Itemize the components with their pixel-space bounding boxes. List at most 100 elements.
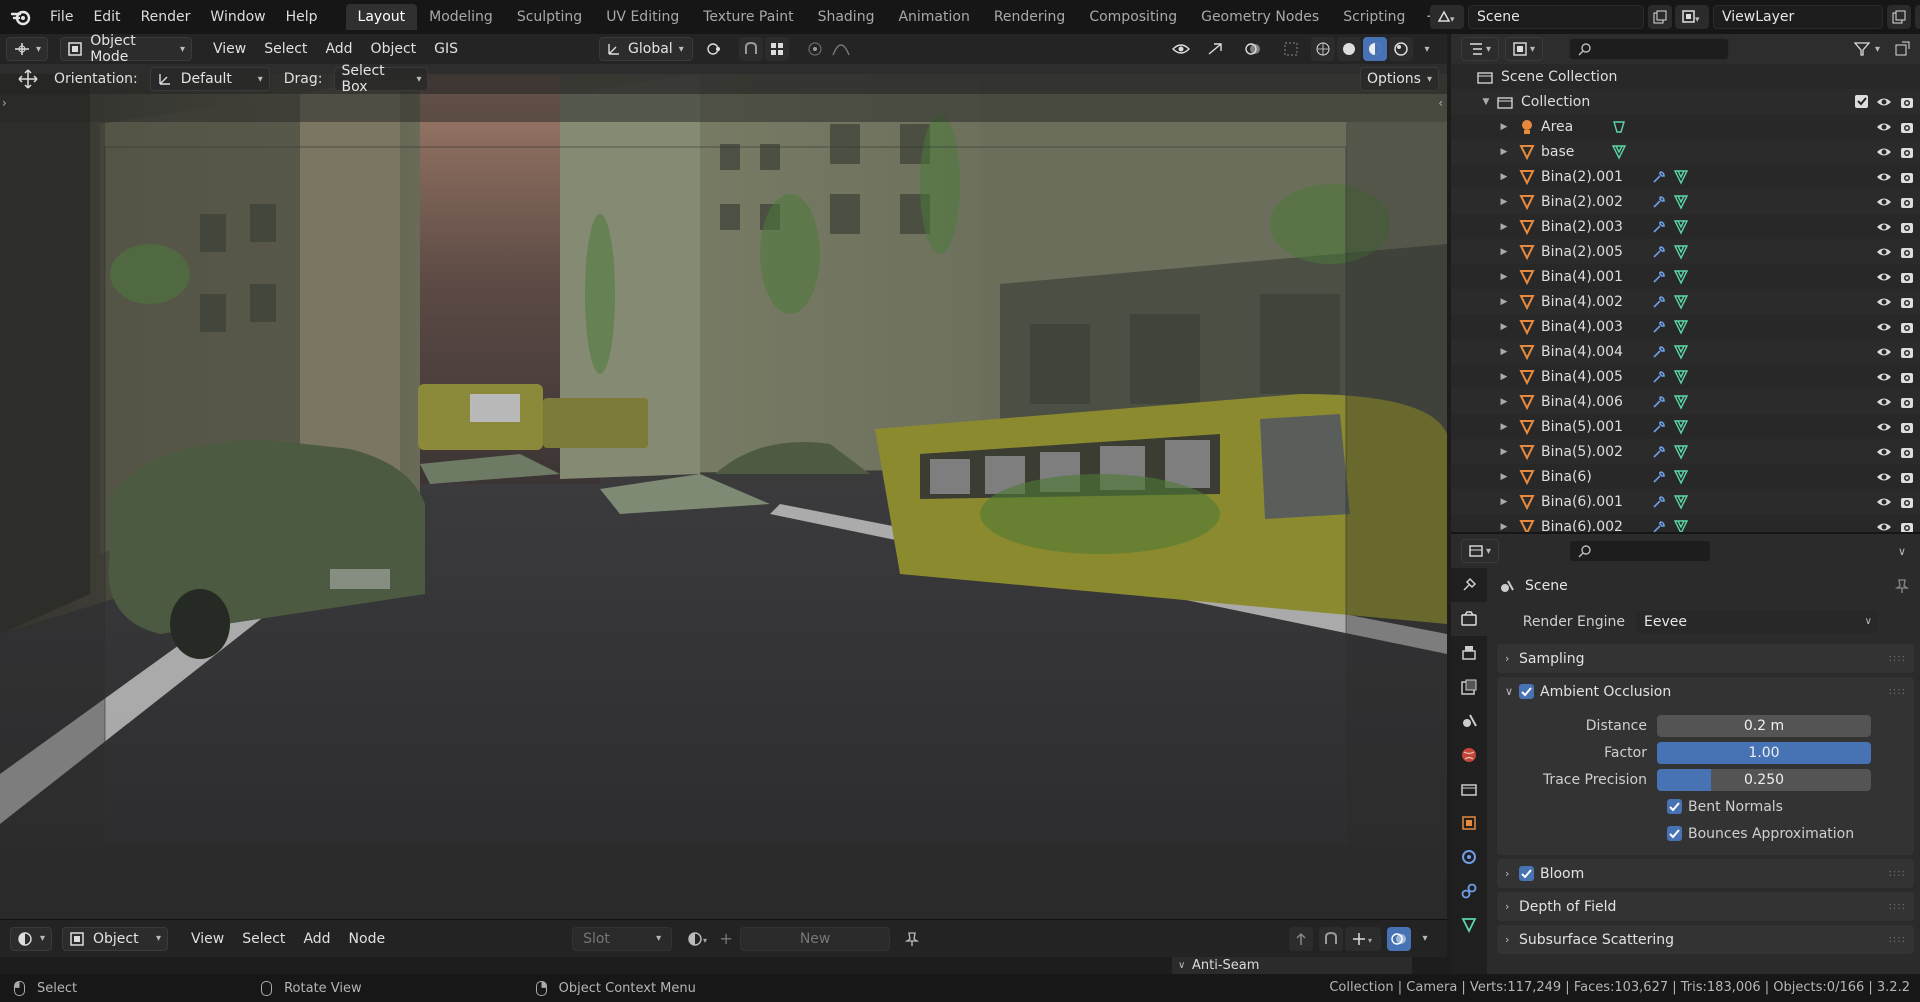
snap-target-icon[interactable] (765, 37, 790, 61)
eye-icon[interactable] (1876, 120, 1892, 134)
properties-editor-type-dropdown[interactable]: ▾ (1461, 539, 1499, 563)
modifier-wrench-icon[interactable] (1651, 444, 1667, 460)
ao-factor-slider[interactable]: 1.00 (1657, 741, 1871, 764)
camera-render-icon[interactable] (1900, 245, 1914, 259)
expand-icon[interactable]: ▶ (1497, 497, 1511, 507)
properties-search-input[interactable] (1569, 540, 1711, 562)
scene-icon[interactable]: ▾ (1430, 5, 1464, 29)
snap-toggle-icon[interactable] (739, 37, 764, 61)
wireframe-shading-icon[interactable] (1311, 37, 1335, 61)
light-data-icon[interactable] (1611, 119, 1627, 135)
mesh-object-icon[interactable] (1519, 469, 1535, 485)
outliner-object-row[interactable]: ▶ base (1451, 139, 1920, 164)
modifier-wrench-icon[interactable] (1651, 219, 1667, 235)
eye-icon[interactable] (1876, 520, 1892, 533)
outliner-object-row[interactable]: ▶ Bina(4).002 (1451, 289, 1920, 314)
shader-editor-type-dropdown[interactable]: ▾ (10, 926, 52, 951)
exclude-checkbox-icon[interactable] (1855, 94, 1868, 108)
tab-layout[interactable]: Layout (345, 4, 418, 30)
mesh-object-icon[interactable] (1519, 319, 1535, 335)
shader-menu-select[interactable]: Select (233, 931, 294, 947)
mesh-object-icon[interactable] (1519, 394, 1535, 410)
sss-panel-header[interactable]: › Subsurface Scattering :::: (1497, 925, 1914, 954)
anti-seam-panel-header[interactable]: ∨ Anti-Seam (1172, 957, 1412, 974)
outliner-object-row[interactable]: ▶ Bina(2).003 (1451, 214, 1920, 239)
expand-icon[interactable]: ▶ (1497, 272, 1511, 282)
mesh-data-icon[interactable] (1673, 394, 1689, 410)
expand-icon[interactable]: ▶ (1497, 347, 1511, 357)
gizmo-toggle-icon[interactable] (1203, 37, 1227, 61)
render-tab-icon[interactable] (1451, 602, 1487, 636)
menu-gis[interactable]: GIS (425, 41, 467, 57)
node-snap-icon[interactable] (1319, 926, 1343, 951)
drag-dropdown[interactable]: Select Box ▾ (334, 63, 429, 95)
collapse-icon[interactable]: ▼ (1479, 97, 1493, 107)
tab-compositing[interactable]: Compositing (1077, 4, 1189, 30)
tab-shading[interactable]: Shading (806, 4, 887, 30)
outliner-object-row[interactable]: ▶ Bina(2).005 (1451, 239, 1920, 264)
expand-icon[interactable]: ▶ (1497, 422, 1511, 432)
modifier-wrench-icon[interactable] (1651, 494, 1667, 510)
camera-render-icon[interactable] (1900, 195, 1914, 209)
filter-dropdown-icon[interactable]: ▾ (1875, 44, 1880, 55)
constraints-tab-icon[interactable] (1451, 874, 1487, 908)
new-scene-icon[interactable] (1648, 5, 1672, 29)
mesh-object-icon[interactable] (1519, 219, 1535, 235)
expand-icon[interactable]: ▶ (1497, 147, 1511, 157)
toolbar-expand-icon[interactable]: › (2, 96, 7, 110)
material-browse-icon[interactable]: ▾ (686, 927, 710, 951)
subsurface-scattering-panel[interactable]: › Subsurface Scattering :::: (1497, 925, 1914, 954)
outliner-object-row[interactable]: ▶ Bina(5).002 (1451, 439, 1920, 464)
render-engine-dropdown[interactable]: Eevee ∨ (1635, 610, 1879, 634)
sampling-panel-header[interactable]: › Sampling :::: (1497, 644, 1914, 673)
mesh-data-icon[interactable] (1673, 419, 1689, 435)
bloom-enable-checkbox[interactable] (1519, 866, 1534, 881)
ao-panel-header[interactable]: ∨ Ambient Occlusion :::: (1497, 677, 1914, 706)
material-preview-shading-icon[interactable] (1363, 37, 1387, 61)
eye-icon[interactable] (1876, 245, 1892, 259)
camera-render-icon[interactable] (1900, 170, 1914, 184)
mesh-object-icon[interactable] (1519, 369, 1535, 385)
expand-icon[interactable]: ▶ (1497, 172, 1511, 182)
camera-render-icon[interactable] (1900, 145, 1914, 159)
shader-menu-view[interactable]: View (182, 931, 233, 947)
mesh-object-icon[interactable] (1519, 344, 1535, 360)
outliner-object-row[interactable]: ▶ Bina(4).006 (1451, 389, 1920, 414)
eye-icon[interactable] (1876, 320, 1892, 334)
menu-view[interactable]: View (204, 41, 255, 57)
pivot-point-icon[interactable] (703, 37, 727, 61)
camera-render-icon[interactable] (1900, 470, 1914, 484)
mode-dropdown[interactable]: Object Mode ▾ (60, 34, 192, 65)
outliner[interactable]: ▾ ▾ ▾ Scene Collection ▼ Collection ▶ Are… (1451, 34, 1920, 532)
eye-icon[interactable] (1876, 420, 1892, 434)
expand-icon[interactable]: ▶ (1497, 522, 1511, 532)
camera-render-icon[interactable] (1900, 295, 1914, 309)
modifier-wrench-icon[interactable] (1651, 369, 1667, 385)
shader-type-dropdown[interactable]: Object ▾ (62, 926, 168, 951)
mesh-data-icon[interactable] (1673, 294, 1689, 310)
tab-rendering[interactable]: Rendering (982, 4, 1078, 30)
mesh-data-icon[interactable] (1673, 369, 1689, 385)
eye-icon[interactable] (1876, 445, 1892, 459)
tab-uv-editing[interactable]: UV Editing (594, 4, 691, 30)
mesh-data-icon[interactable] (1673, 169, 1689, 185)
outliner-object-row[interactable]: ▶ Area (1451, 114, 1920, 139)
shader-menu-node[interactable]: Node (340, 931, 395, 947)
eye-icon[interactable] (1876, 270, 1892, 284)
sidebar-expand-icon[interactable]: ‹ (1438, 96, 1443, 110)
menu-window[interactable]: Window (200, 4, 275, 30)
viewlayer-icon[interactable]: ▾ (1675, 5, 1709, 29)
modifier-wrench-icon[interactable] (1651, 269, 1667, 285)
menu-help[interactable]: Help (276, 4, 328, 30)
menu-select[interactable]: Select (255, 41, 316, 57)
expand-icon[interactable]: ▶ (1497, 222, 1511, 232)
mesh-object-icon[interactable] (1519, 269, 1535, 285)
mesh-object-icon[interactable] (1519, 144, 1535, 160)
light-object-icon[interactable] (1519, 119, 1535, 135)
bloom-panel[interactable]: › Bloom :::: (1497, 859, 1914, 888)
expand-icon[interactable]: ▶ (1497, 197, 1511, 207)
menu-render[interactable]: Render (131, 4, 201, 30)
xray-toggle-icon[interactable] (1279, 37, 1303, 61)
orientation-dropdown[interactable]: Default ▾ (149, 67, 270, 91)
outliner-object-row[interactable]: ▶ Bina(6) (1451, 464, 1920, 489)
